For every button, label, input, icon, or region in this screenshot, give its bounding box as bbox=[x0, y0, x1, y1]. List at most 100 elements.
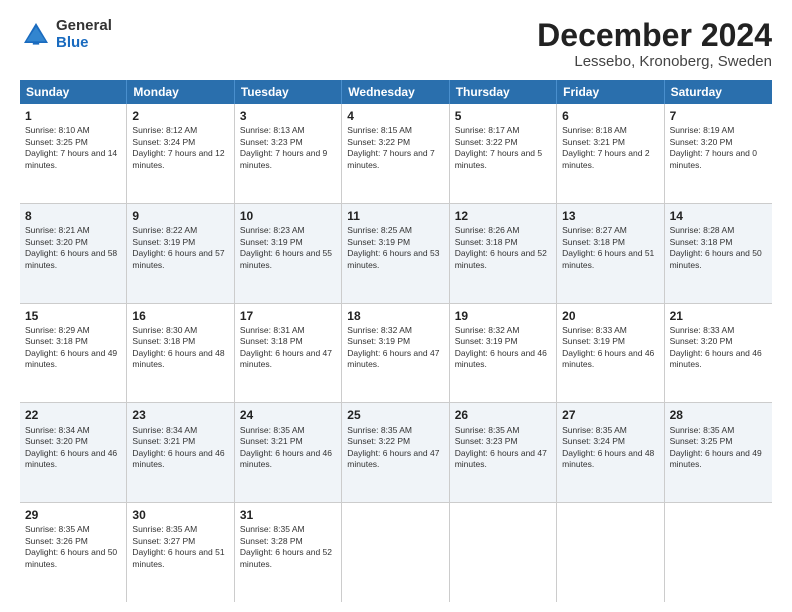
day-number: 13 bbox=[562, 208, 658, 224]
day-number: 25 bbox=[347, 407, 443, 423]
daylight-text: Daylight: 6 hours and 47 minutes. bbox=[240, 348, 332, 369]
daylight-text: Daylight: 6 hours and 50 minutes. bbox=[25, 547, 117, 568]
day-number: 6 bbox=[562, 108, 658, 124]
header: General Blue December 2024 Lessebo, Kron… bbox=[20, 18, 772, 70]
day-cell-12: 12Sunrise: 8:26 AMSunset: 3:18 PMDayligh… bbox=[450, 204, 557, 303]
day-cell-24: 24Sunrise: 8:35 AMSunset: 3:21 PMDayligh… bbox=[235, 403, 342, 502]
calendar-week-2: 8Sunrise: 8:21 AMSunset: 3:20 PMDaylight… bbox=[20, 204, 772, 304]
day-cell-22: 22Sunrise: 8:34 AMSunset: 3:20 PMDayligh… bbox=[20, 403, 127, 502]
sunset-text: Sunset: 3:25 PM bbox=[25, 137, 88, 147]
daylight-text: Daylight: 6 hours and 48 minutes. bbox=[562, 448, 654, 469]
sunset-text: Sunset: 3:20 PM bbox=[25, 436, 88, 446]
day-number: 12 bbox=[455, 208, 551, 224]
logo-blue: Blue bbox=[56, 34, 89, 51]
sunrise-text: Sunrise: 8:15 AM bbox=[347, 125, 412, 135]
sunset-text: Sunset: 3:18 PM bbox=[670, 237, 733, 247]
sunrise-text: Sunrise: 8:18 AM bbox=[562, 125, 627, 135]
day-header-tuesday: Tuesday bbox=[235, 80, 342, 104]
day-cell-23: 23Sunrise: 8:34 AMSunset: 3:21 PMDayligh… bbox=[127, 403, 234, 502]
sunrise-text: Sunrise: 8:13 AM bbox=[240, 125, 305, 135]
subtitle: Lessebo, Kronoberg, Sweden bbox=[537, 53, 772, 70]
day-number: 14 bbox=[670, 208, 767, 224]
day-cell-25: 25Sunrise: 8:35 AMSunset: 3:22 PMDayligh… bbox=[342, 403, 449, 502]
sunrise-text: Sunrise: 8:35 AM bbox=[562, 425, 627, 435]
sunset-text: Sunset: 3:22 PM bbox=[455, 137, 518, 147]
sunset-text: Sunset: 3:20 PM bbox=[670, 336, 733, 346]
page: General Blue December 2024 Lessebo, Kron… bbox=[0, 0, 792, 612]
day-number: 7 bbox=[670, 108, 767, 124]
sunrise-text: Sunrise: 8:32 AM bbox=[347, 325, 412, 335]
sunset-text: Sunset: 3:26 PM bbox=[25, 536, 88, 546]
sunrise-text: Sunrise: 8:22 AM bbox=[132, 225, 197, 235]
day-number: 29 bbox=[25, 507, 121, 523]
sunset-text: Sunset: 3:24 PM bbox=[132, 137, 195, 147]
sunrise-text: Sunrise: 8:35 AM bbox=[670, 425, 735, 435]
sunset-text: Sunset: 3:23 PM bbox=[455, 436, 518, 446]
day-cell-14: 14Sunrise: 8:28 AMSunset: 3:18 PMDayligh… bbox=[665, 204, 772, 303]
daylight-text: Daylight: 6 hours and 51 minutes. bbox=[132, 547, 224, 568]
calendar-week-4: 22Sunrise: 8:34 AMSunset: 3:20 PMDayligh… bbox=[20, 403, 772, 503]
day-number: 2 bbox=[132, 108, 228, 124]
sunset-text: Sunset: 3:18 PM bbox=[132, 336, 195, 346]
daylight-text: Daylight: 6 hours and 47 minutes. bbox=[347, 348, 439, 369]
calendar-header: SundayMondayTuesdayWednesdayThursdayFrid… bbox=[20, 80, 772, 104]
sunset-text: Sunset: 3:28 PM bbox=[240, 536, 303, 546]
sunrise-text: Sunrise: 8:28 AM bbox=[670, 225, 735, 235]
day-cell-21: 21Sunrise: 8:33 AMSunset: 3:20 PMDayligh… bbox=[665, 304, 772, 403]
day-cell-29: 29Sunrise: 8:35 AMSunset: 3:26 PMDayligh… bbox=[20, 503, 127, 602]
day-number: 11 bbox=[347, 208, 443, 224]
sunrise-text: Sunrise: 8:12 AM bbox=[132, 125, 197, 135]
calendar-week-5: 29Sunrise: 8:35 AMSunset: 3:26 PMDayligh… bbox=[20, 503, 772, 602]
daylight-text: Daylight: 6 hours and 51 minutes. bbox=[562, 248, 654, 269]
day-number: 18 bbox=[347, 308, 443, 324]
sunrise-text: Sunrise: 8:35 AM bbox=[240, 524, 305, 534]
day-cell-13: 13Sunrise: 8:27 AM Sunset: 3:18 PMDayligh… bbox=[557, 204, 664, 303]
day-cell-20: 20Sunrise: 8:33 AMSunset: 3:19 PMDayligh… bbox=[557, 304, 664, 403]
daylight-text: Daylight: 6 hours and 46 minutes. bbox=[562, 348, 654, 369]
main-title: December 2024 bbox=[537, 18, 772, 53]
day-number: 19 bbox=[455, 308, 551, 324]
daylight-text: Daylight: 6 hours and 46 minutes. bbox=[670, 348, 762, 369]
day-cell-7: 7Sunrise: 8:19 AMSunset: 3:20 PMDaylight… bbox=[665, 104, 772, 203]
sunrise-text: Sunrise: 8:32 AM bbox=[455, 325, 520, 335]
sunset-text: Sunset: 3:19 PM bbox=[455, 336, 518, 346]
day-cell-10: 10Sunrise: 8:23 AMSunset: 3:19 PMDayligh… bbox=[235, 204, 342, 303]
sunset-text: Sunset: 3:19 PM bbox=[562, 336, 625, 346]
sunset-text: Sunset: 3:18 PM bbox=[562, 237, 625, 247]
daylight-text: Daylight: 6 hours and 48 minutes. bbox=[132, 348, 224, 369]
daylight-text: Daylight: 6 hours and 52 minutes. bbox=[240, 547, 332, 568]
day-cell-11: 11Sunrise: 8:25 AMSunset: 3:19 PMDayligh… bbox=[342, 204, 449, 303]
sunrise-text: Sunrise: 8:30 AM bbox=[132, 325, 197, 335]
sunset-text: Sunset: 3:22 PM bbox=[347, 436, 410, 446]
sunrise-text: Sunrise: 8:34 AM bbox=[25, 425, 90, 435]
sunset-text: Sunset: 3:19 PM bbox=[132, 237, 195, 247]
logo: General Blue bbox=[20, 18, 112, 51]
day-header-sunday: Sunday bbox=[20, 80, 127, 104]
day-cell-3: 3Sunrise: 8:13 AMSunset: 3:23 PMDaylight… bbox=[235, 104, 342, 203]
day-cell-19: 19Sunrise: 8:32 AMSunset: 3:19 PMDayligh… bbox=[450, 304, 557, 403]
calendar: SundayMondayTuesdayWednesdayThursdayFrid… bbox=[20, 80, 772, 602]
sunrise-text: Sunrise: 8:29 AM bbox=[25, 325, 90, 335]
empty-cell bbox=[342, 503, 449, 602]
sunrise-text: Sunrise: 8:27 AM bbox=[562, 225, 627, 235]
day-number: 1 bbox=[25, 108, 121, 124]
day-cell-31: 31Sunrise: 8:35 AMSunset: 3:28 PMDayligh… bbox=[235, 503, 342, 602]
sunset-text: Sunset: 3:25 PM bbox=[670, 436, 733, 446]
day-number: 26 bbox=[455, 407, 551, 423]
calendar-body: 1Sunrise: 8:10 AMSunset: 3:25 PMDaylight… bbox=[20, 104, 772, 602]
sunrise-text: Sunrise: 8:34 AM bbox=[132, 425, 197, 435]
sunset-text: Sunset: 3:21 PM bbox=[240, 436, 303, 446]
day-number: 3 bbox=[240, 108, 336, 124]
day-header-saturday: Saturday bbox=[665, 80, 772, 104]
sunrise-text: Sunrise: 8:33 AM bbox=[670, 325, 735, 335]
daylight-text: Daylight: 7 hours and 9 minutes. bbox=[240, 148, 327, 169]
sunset-text: Sunset: 3:18 PM bbox=[455, 237, 518, 247]
day-number: 28 bbox=[670, 407, 767, 423]
day-cell-15: 15Sunrise: 8:29 AMSunset: 3:18 PMDayligh… bbox=[20, 304, 127, 403]
sunset-text: Sunset: 3:20 PM bbox=[25, 237, 88, 247]
day-header-thursday: Thursday bbox=[450, 80, 557, 104]
sunset-text: Sunset: 3:20 PM bbox=[670, 137, 733, 147]
day-header-monday: Monday bbox=[127, 80, 234, 104]
calendar-week-1: 1Sunrise: 8:10 AMSunset: 3:25 PMDaylight… bbox=[20, 104, 772, 204]
day-number: 4 bbox=[347, 108, 443, 124]
